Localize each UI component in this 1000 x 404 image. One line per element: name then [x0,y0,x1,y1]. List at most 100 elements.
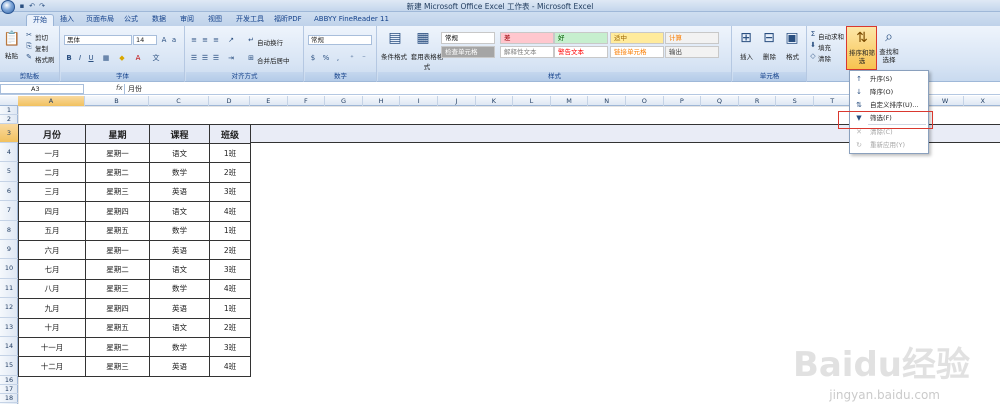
merge-center-icon[interactable]: ⊞ [246,53,256,63]
table-cell[interactable]: 英语 [149,356,210,377]
table-cell[interactable]: 星期四 [85,298,150,319]
table-cell[interactable]: 数学 [149,162,210,183]
copy-icon[interactable]: ⎘ [24,41,34,51]
cell-style-7[interactable]: 警告文本 [554,46,608,58]
row-header-16[interactable]: 16 [0,376,18,385]
format-painter-icon[interactable]: ✎ [24,52,34,62]
column-header-i[interactable]: I [400,96,438,106]
menu-item-sort-ascending[interactable]: ↑ 升序(S) [850,73,928,85]
tab-page-layout[interactable]: 页面布局 [80,14,120,26]
cell-style-3[interactable]: 适中 [610,32,664,44]
header-course[interactable]: 课程 [149,124,210,144]
paste-icon[interactable]: 📋 [3,30,21,48]
merge-center-button[interactable]: 合并后居中 [257,55,290,65]
cut-button[interactable]: 剪切 [35,32,48,42]
format-painter-button[interactable]: 格式刷 [35,54,55,64]
align-middle-icon[interactable]: ≡ [200,35,210,45]
row-header-17[interactable]: 17 [0,385,18,394]
column-header-n[interactable]: N [588,96,626,106]
conditional-format-icon[interactable]: ▤ [386,29,404,47]
column-header-s[interactable]: S [776,96,814,106]
table-cell[interactable]: 星期三 [85,356,150,377]
cell-style-5[interactable]: 检查单元格 [441,46,495,58]
table-cell[interactable]: 星期五 [85,220,150,241]
align-left-icon[interactable]: ☰ [189,53,199,63]
row-header-7[interactable]: 7 [0,201,18,221]
shrink-font-icon[interactable]: a [169,35,179,45]
tab-abbyy[interactable]: ABBYY FineReader 11 [308,14,395,26]
cell-style-4[interactable]: 计算 [665,32,719,44]
indent-icon[interactable]: ⇥ [226,53,236,63]
cell-style-6[interactable]: 解释性文本 [500,46,554,58]
row-header-10[interactable]: 10 [0,259,18,279]
column-header-j[interactable]: J [438,96,476,106]
row-header-1[interactable]: 1 [0,106,18,115]
font-size-select[interactable]: 14 [133,35,157,45]
cell-style-2[interactable]: 好 [554,32,608,44]
delete-cells-icon[interactable]: ⊟ [760,29,778,47]
increase-decimal-icon[interactable]: ⁺ [347,53,357,63]
header-month[interactable]: 月份 [18,124,86,144]
column-header-b[interactable]: B [85,96,149,106]
align-top-icon[interactable]: ≡ [189,35,199,45]
table-cell[interactable]: 4班 [209,356,251,377]
column-header-q[interactable]: Q [701,96,739,106]
cell-style-9[interactable]: 输出 [665,46,719,58]
table-cell[interactable]: 4班 [209,278,251,300]
tab-developer[interactable]: 开发工具 [230,14,270,26]
menu-item-custom-sort[interactable]: ⇅ 自定义排序(U)... [850,99,928,111]
table-cell[interactable]: 语文 [149,259,210,280]
table-cell[interactable]: 星期一 [85,239,150,261]
wrap-text-icon[interactable]: ↵ [246,35,256,45]
fill-icon[interactable]: ⬇ [808,40,818,50]
table-cell[interactable]: 星期二 [85,162,150,183]
find-select-button[interactable]: ⌕ 查找和选择 [878,26,900,70]
table-cell[interactable]: 二月 [18,162,86,183]
table-cell[interactable]: 十二月 [18,356,86,377]
tab-view[interactable]: 视图 [202,14,228,26]
delete-cells-button[interactable]: 删除 [763,51,776,61]
row-header-6[interactable]: 6 [0,182,18,202]
fx-icon[interactable]: fx [116,84,123,92]
cut-icon[interactable]: ✂ [24,30,34,40]
clear-button[interactable]: 清除 [818,53,831,63]
row-header-5[interactable]: 5 [0,162,18,182]
table-cell[interactable]: 三月 [18,181,86,203]
grow-font-icon[interactable]: A [159,35,169,45]
cell-style-1[interactable]: 差 [500,32,554,44]
row-header-12[interactable]: 12 [0,298,18,318]
phonetic-icon[interactable]: 文 [151,53,161,63]
row-header-11[interactable]: 11 [0,279,18,299]
row-header-8[interactable]: 8 [0,221,18,240]
table-cell[interactable]: 语文 [149,142,210,164]
table-cell[interactable]: 4班 [209,201,251,222]
column-header-r[interactable]: R [739,96,777,106]
insert-cells-button[interactable]: 插入 [740,51,753,61]
table-cell[interactable]: 2班 [209,317,251,338]
table-cell[interactable]: 2班 [209,162,251,183]
tab-review[interactable]: 审阅 [174,14,200,26]
tab-formulas[interactable]: 公式 [118,14,144,26]
table-cell[interactable]: 星期二 [85,336,150,358]
column-header-d[interactable]: D [209,96,250,106]
table-cell[interactable]: 十一月 [18,336,86,358]
column-header-h[interactable]: H [363,96,401,106]
column-header-m[interactable]: M [551,96,589,106]
table-cell[interactable]: 英语 [149,181,210,203]
table-cell[interactable]: 数学 [149,336,210,358]
row-header-3[interactable]: 3 [0,124,18,143]
tab-data[interactable]: 数据 [146,14,172,26]
table-cell[interactable]: 四月 [18,201,86,222]
align-center-icon[interactable]: ☰ [200,53,210,63]
align-right-icon[interactable]: ☰ [211,53,221,63]
tab-foxit-pdf[interactable]: 福昕PDF [268,14,308,26]
table-cell[interactable]: 八月 [18,278,86,300]
table-cell[interactable]: 数学 [149,220,210,241]
table-cell[interactable]: 3班 [209,259,251,280]
table-cell[interactable]: 一月 [18,142,86,164]
header-weekday[interactable]: 星期 [85,124,150,144]
table-cell[interactable]: 数学 [149,278,210,300]
column-header-w[interactable]: W [927,96,965,106]
column-header-c[interactable]: C [149,96,209,106]
column-header-x[interactable]: X [964,96,1000,106]
